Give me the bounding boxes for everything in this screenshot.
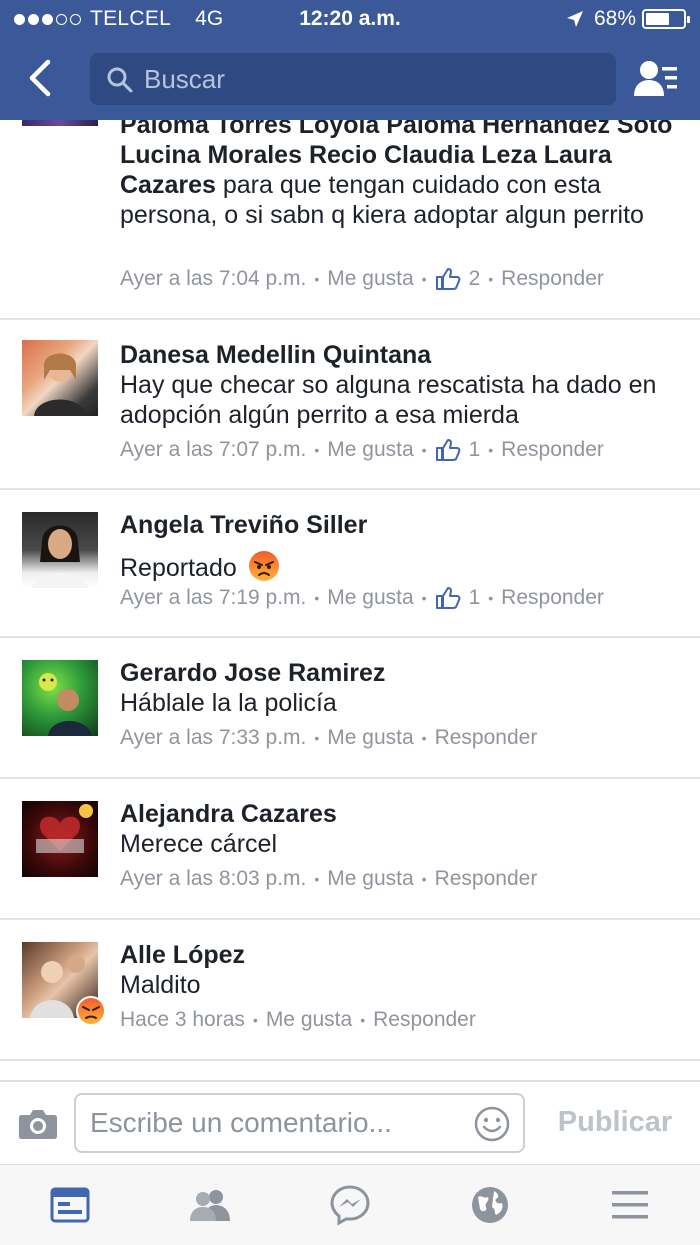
messenger-icon [330,1185,370,1226]
comment-item: Paloma Torres Loyola Paloma Hernandez So… [0,120,700,320]
author-name[interactable]: Alejandra Cazares [120,799,680,829]
publish-button[interactable]: Publicar [540,1106,690,1139]
avatar[interactable] [22,120,98,126]
comment-input-box[interactable] [74,1093,525,1153]
comment-list[interactable]: Paloma Torres Loyola Paloma Hernandez So… [0,120,700,1080]
comment-text: Paloma Torres Loyola Paloma Hernandez So… [120,120,680,230]
battery-icon [642,9,690,29]
notifications-globe-icon [472,1187,508,1223]
reply-button[interactable]: Responder [501,267,604,291]
angry-reaction-badge-icon [76,996,106,1026]
author-name[interactable]: Danesa Medellin Quintana [120,340,680,370]
avatar-person-icon [39,673,92,736]
comment-item: Alle López Maldito Hace 3 horas • Me gus… [0,920,700,1061]
angry-face-icon [248,551,279,581]
like-count: 2 [468,267,481,290]
comment-item: Danesa Medellin Quintana Hay que checar … [0,320,700,490]
like-button[interactable]: Me gusta [266,1008,352,1032]
search-icon [107,67,133,93]
friend-requests-icon [190,1190,230,1221]
comment-item: Gerardo Jose Ramirez Háblale la la polic… [0,638,700,779]
reply-button[interactable]: Responder [501,586,604,610]
comment-item: Alejandra Cazares Merece cárcel Ayer a l… [0,779,700,920]
sticker-smiley-icon[interactable] [473,1105,511,1143]
camera-icon [19,1110,57,1139]
friends-list-button[interactable] [632,58,680,100]
reply-button[interactable]: Responder [501,438,604,462]
battery-percent: 68% [593,7,636,30]
author-name[interactable]: Alle López [120,940,680,970]
news-feed-icon [50,1187,90,1223]
avatar[interactable] [22,512,98,588]
comment-text: Danesa Medellin Quintana Hay que checar … [120,340,680,430]
reply-button[interactable]: Responder [435,726,538,750]
comment-meta: Ayer a las 7:04 p.m. • Me gusta • 2 • Re… [120,267,604,291]
avatar-person-icon [34,353,86,416]
comment-meta: Ayer a las 7:19 p.m. • Me gusta • 1 • Re… [120,586,604,610]
like-button[interactable]: Me gusta [327,267,413,291]
like-button[interactable]: Me gusta [327,726,413,750]
tab-messenger[interactable] [328,1183,372,1227]
tab-news-feed[interactable] [48,1183,92,1227]
location-arrow-icon [566,11,583,27]
tab-menu[interactable] [608,1183,652,1227]
comment-text: Alle López Maldito [120,940,680,1000]
like-count: 1 [468,438,481,461]
thumbs-up-icon [435,268,460,290]
author-name[interactable]: Gerardo Jose Ramirez [120,658,680,688]
comment-body: Maldito [120,971,201,999]
comment-meta: Hace 3 horas • Me gusta • Responder [120,1008,476,1032]
comment-time: Ayer a las 7:33 p.m. [120,726,307,749]
like-count: 1 [468,586,481,609]
like-button[interactable]: Me gusta [327,867,413,891]
comment-time: Ayer a las 7:04 p.m. [120,267,307,290]
avatar[interactable] [22,340,98,416]
chevron-left-icon [29,59,51,97]
comment-time: Ayer a las 7:19 p.m. [120,586,307,609]
comment-time: Ayer a las 8:03 p.m. [120,867,307,890]
bottom-tab-bar [0,1164,700,1245]
thumbs-up-icon [435,439,460,461]
comment-meta: Ayer a las 8:03 p.m. • Me gusta • Respon… [120,867,538,891]
camera-button[interactable] [18,1106,58,1142]
top-header: TELCEL 4G 12:20 a.m. 68% [0,0,700,120]
comment-text: Alejandra Cazares Merece cárcel [120,799,680,859]
avatar-walking-dead-icon [36,804,93,853]
reply-button[interactable]: Responder [435,867,538,891]
tab-notifications[interactable] [468,1183,512,1227]
comment-body: Reportado [120,554,237,582]
comment-item: Angela Treviño Siller Reportado Ayer a l… [0,490,700,638]
status-bar: TELCEL 4G 12:20 a.m. 68% [0,0,700,40]
comment-meta: Ayer a las 7:33 p.m. • Me gusta • Respon… [120,726,538,750]
comment-body: Hay que checar so alguna rescatista ha d… [120,371,657,429]
battery-area: 68% [566,7,690,31]
avatar[interactable] [22,801,98,877]
comment-time: Hace 3 horas [120,1008,245,1031]
avatar[interactable] [22,660,98,736]
comment-text: Gerardo Jose Ramirez Háblale la la polic… [120,658,680,718]
menu-icon [612,1191,648,1219]
comment-body-row: Reportado [120,550,680,583]
thumbs-up-icon [435,587,460,609]
avatar-person-icon [32,525,88,588]
back-button[interactable] [24,58,60,98]
like-button[interactable]: Me gusta [327,438,413,462]
search-bar[interactable] [90,53,616,105]
battery-fill [646,13,670,25]
comment-meta: Ayer a las 7:07 p.m. • Me gusta • 1 • Re… [120,438,604,462]
tab-friend-requests[interactable] [188,1183,232,1227]
comment-composer: Publicar [0,1080,700,1164]
search-input[interactable] [144,53,594,105]
comment-body: Merece cárcel [120,830,277,858]
reply-button[interactable]: Responder [373,1008,476,1032]
comment-body: Háblale la la policía [120,689,337,717]
like-button[interactable]: Me gusta [327,586,413,610]
author-name[interactable]: Angela Treviño Siller [120,510,680,540]
comment-time: Ayer a las 7:07 p.m. [120,438,307,461]
comment-text: Angela Treviño Siller Reportado [120,510,680,583]
friends-list-icon [634,61,677,96]
comment-input[interactable] [90,1095,460,1151]
